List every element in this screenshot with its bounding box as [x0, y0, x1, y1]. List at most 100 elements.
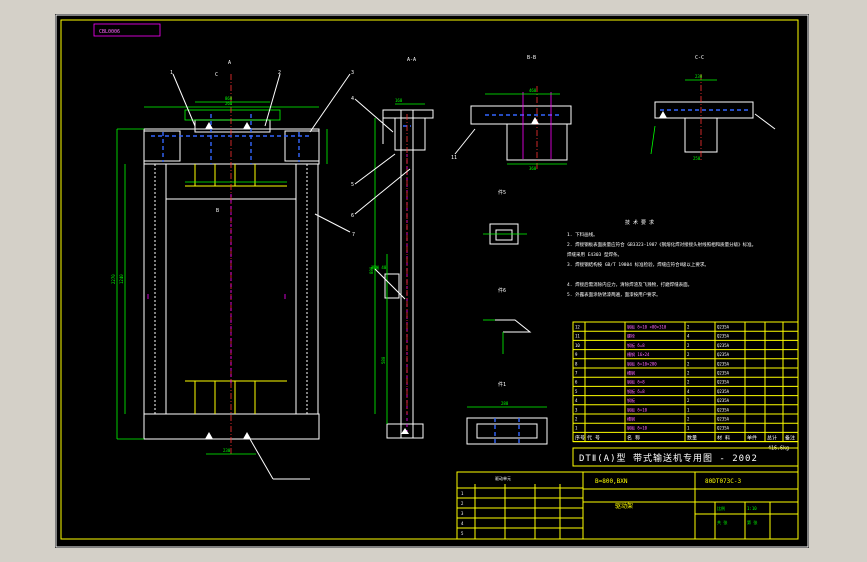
callout-4: 4: [351, 96, 354, 102]
section-cc-title: C-C: [695, 55, 704, 61]
parts-cell: 钢板 δ=8: [627, 388, 645, 394]
section-a-label: A: [228, 60, 231, 66]
tech-req-line: 4. 焊接后需消除内应力，清除焊渣及飞溅物，打磨焊缝表面。: [567, 281, 692, 288]
parts-cell: 2: [575, 417, 578, 422]
parts-cell: Q235A: [717, 361, 730, 366]
parts-cell: 钢板 δ=10×280: [627, 360, 657, 366]
detail-6: 件6: [483, 287, 532, 354]
parts-header-cell: 名 称: [627, 434, 640, 441]
parts-cell: 2: [687, 361, 690, 366]
dim-bb-top: 460: [529, 88, 537, 93]
weld-arrow-icon: [205, 432, 213, 439]
parts-cell: 4: [575, 398, 578, 403]
section-bb-title: B-B: [527, 55, 536, 61]
parts-cell: 8: [575, 361, 578, 366]
parts-cell: 槽钢: [627, 416, 635, 422]
parts-header-cell: 代 号: [587, 434, 600, 441]
section-cc: C-C 230 250: [650, 55, 776, 162]
parts-cell: Q235A: [717, 352, 730, 357]
change-row-index: 4: [461, 521, 464, 526]
change-row-index: 2: [461, 501, 464, 506]
callout-7: 7: [352, 232, 355, 238]
parts-header-cell: 单件: [747, 434, 757, 441]
parts-cell: 4: [687, 334, 690, 339]
total-weight: 416.6kg: [768, 446, 789, 452]
change-row-index: 3: [461, 511, 464, 516]
callout-11: 11: [451, 155, 457, 161]
parts-header-cell: 备注: [785, 434, 795, 441]
weld-arrow-icon: [243, 122, 251, 129]
parts-cell: 钢板 δ=10: [627, 425, 648, 431]
parts-cell: 2: [687, 352, 690, 357]
parts-cell: 1: [687, 426, 690, 431]
part-name: 驱动架: [615, 502, 633, 510]
dim-detail1: 288: [501, 401, 509, 406]
parts-header-cell: 总计: [767, 434, 777, 441]
parts-cell: Q235A: [717, 426, 730, 431]
drawing-sheet: CBL0006 C A B 1 2 3 7 260 2270 1240 230 …: [0, 0, 867, 562]
change-row-index: 1: [461, 491, 464, 496]
dim-note: 两端 40: [371, 264, 387, 270]
callout-3: 3: [351, 70, 354, 76]
callout-5: 5: [351, 182, 354, 188]
parts-cell: Q235A: [717, 343, 730, 348]
scale-label: 比例: [717, 505, 725, 511]
scale-value: 1:10: [747, 506, 757, 511]
section-aa-title: A-A: [407, 57, 416, 63]
parts-cell: Q235A: [717, 371, 730, 376]
section-b-label: B: [216, 208, 219, 214]
parts-cell: 5: [575, 389, 578, 394]
parts-header-cell: 材 料: [717, 434, 730, 441]
detail-1: 件1 288: [466, 381, 548, 445]
parts-cell: 2: [687, 398, 690, 403]
dim-front-width: 860: [225, 96, 233, 101]
parts-cell: Q235A: [717, 398, 730, 403]
tech-req-line: 焊缝采用 E4303 型焊条。: [567, 251, 622, 258]
parts-cell: 11: [575, 334, 580, 339]
parts-cell: 钢板 δ=10 ×80×310: [627, 324, 667, 330]
drawing-code: CBL0006: [99, 29, 120, 35]
dim-front-height: 2270: [111, 274, 116, 284]
parts-cell: Q235A: [717, 407, 730, 412]
dim-cc-width: 250: [693, 156, 701, 161]
parts-cell: 槽钢: [627, 370, 635, 376]
dim-aa-top: 160: [395, 98, 403, 103]
change-row-index: 5: [461, 531, 464, 536]
parts-cell: 钢板: [627, 397, 635, 403]
parts-cell: Q235A: [717, 417, 730, 422]
parts-cell: 1: [575, 426, 578, 431]
tech-req-line: 1. 下料画线。: [567, 231, 598, 238]
weld-arrow-icon: [243, 432, 251, 439]
parts-header-cell: 数量: [687, 434, 697, 441]
product-title: DTⅡ(A)型 带式输送机专用图 - 2002: [579, 452, 758, 464]
cad-canvas[interactable]: CBL0006 C A B 1 2 3 7 260 2270 1240 230 …: [55, 14, 809, 548]
drawing-number: 80DT073C-3: [705, 478, 742, 485]
parts-cell: 9: [575, 352, 578, 357]
spec-value: B=800,BXN: [595, 478, 628, 485]
front-view: C A B 1 2 3 7 260 2270 1240 230 860: [111, 60, 355, 480]
detail6-title: 件6: [498, 287, 506, 294]
parts-cell: 槽钢 16×24: [627, 351, 650, 357]
parts-cell: 7: [575, 371, 578, 376]
parts-cell: 6: [575, 380, 578, 385]
detail-5: 件5: [483, 189, 527, 245]
parts-cell: Q235A: [717, 325, 730, 330]
weld-arrow-icon: [659, 111, 667, 118]
parts-cell: 2: [687, 380, 690, 385]
parts-cell: 2: [687, 371, 690, 376]
tech-req-line: 3. 焊接钢结构按 GB/T 19804 标准检验，焊缝应符合Ⅱ级以上要求。: [567, 261, 709, 268]
parts-cell: 4: [687, 389, 690, 394]
dim-bb-width: 360: [529, 166, 537, 171]
outer-frame: [55, 14, 809, 548]
callout-2: 2: [278, 70, 281, 76]
sheet-current: 第 张: [747, 519, 757, 525]
parts-cell: 钢板 δ=10: [627, 406, 648, 412]
front-bottom-beam: [143, 413, 320, 440]
tech-requirements: 技 术 要 求 1. 下料画线。 2. 焊接钢板表面质量应符合 GB3323-1…: [567, 219, 756, 298]
title-block: DTⅡ(A)型 带式输送机专用图 - 2002 B=800,BXN 80DT07…: [456, 447, 799, 540]
parts-cell: Q235A: [717, 334, 730, 339]
detail5-title: 件5: [498, 189, 506, 196]
front-top-beam: [143, 128, 320, 165]
parts-cell: 2: [687, 417, 690, 422]
weld-arrow-icon: [205, 122, 213, 129]
